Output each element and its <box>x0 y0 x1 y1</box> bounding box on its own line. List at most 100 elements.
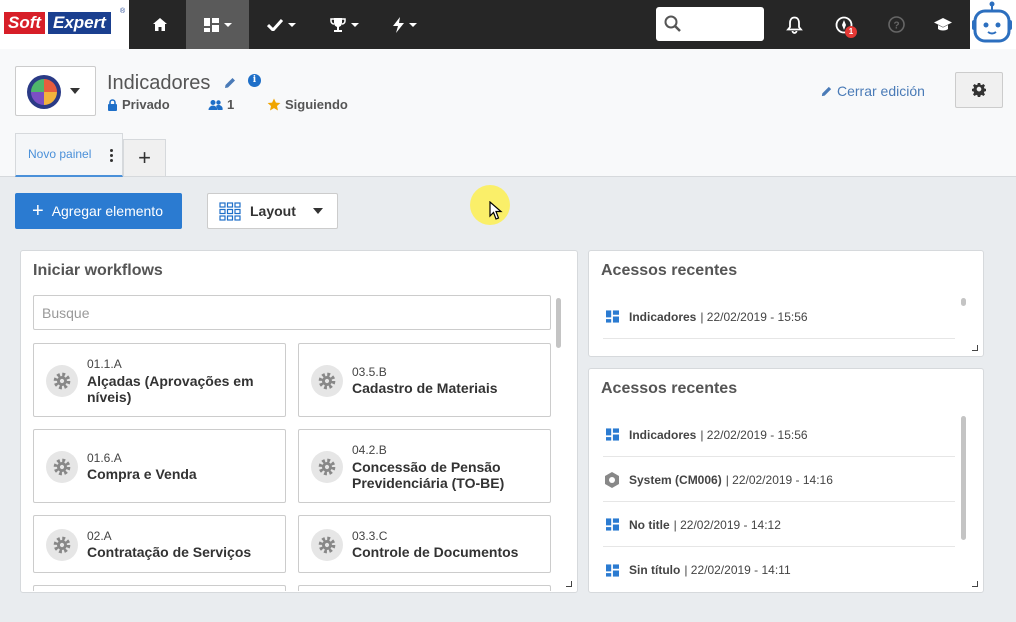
close-edit-link[interactable]: Cerrar edición <box>820 83 925 99</box>
workflow-card[interactable]: 01.1.A Alçadas (Aprovações em níveis) <box>33 343 286 417</box>
following-status[interactable]: Siguiendo <box>267 97 348 112</box>
recent-item[interactable]: System (CM006) | 22/02/2019 - 14:16 <box>603 458 955 502</box>
logo-expert-text: Expert <box>48 12 111 34</box>
workflow-search-field[interactable] <box>33 295 551 330</box>
workflow-card[interactable]: 03.3.C Controle de Documentos <box>298 515 551 573</box>
workflow-name: Alçadas (Aprovações em níveis) <box>87 373 254 405</box>
workflow-search-input[interactable] <box>34 296 550 329</box>
nav-trophy-button[interactable] <box>316 0 372 49</box>
users-icon <box>208 99 223 110</box>
chevron-down-icon <box>409 22 417 27</box>
logo-soft-text: Soft <box>4 12 46 34</box>
workflow-card[interactable] <box>298 585 551 591</box>
scrollbar[interactable] <box>556 298 561 348</box>
global-search[interactable] <box>656 7 764 41</box>
workflow-card[interactable]: 03.5.B Cadastro de Materiais <box>298 343 551 417</box>
gear-icon <box>311 365 343 397</box>
bell-icon <box>785 16 803 34</box>
scrollbar[interactable] <box>961 416 966 540</box>
more-vertical-icon[interactable] <box>110 149 113 164</box>
workflow-card[interactable]: 02.A Contratação de Serviços <box>33 515 286 573</box>
dashboard-icon <box>603 428 621 441</box>
check-icon <box>266 18 283 31</box>
tasks-alert-button[interactable] <box>830 0 858 49</box>
nav-tasks-button[interactable] <box>253 0 309 49</box>
tab-novo-painel[interactable]: Novo painel <box>15 133 123 177</box>
scrollbar[interactable] <box>961 298 966 306</box>
star-icon <box>267 98 281 111</box>
workflow-card[interactable] <box>33 585 286 591</box>
dashboard-icon <box>603 563 621 577</box>
gear-icon <box>972 83 986 97</box>
mouse-cursor-icon <box>489 201 503 220</box>
panel-title: Iniciar workflows <box>33 262 163 279</box>
top-navbar: Soft Expert ® 1 ? <box>0 0 1016 49</box>
resize-handle[interactable] <box>972 345 978 351</box>
workflow-code: 04.2.B <box>352 443 387 457</box>
chevron-down-icon <box>223 22 232 27</box>
system-icon <box>603 471 621 489</box>
chevron-down-icon <box>350 22 359 27</box>
search-icon <box>664 15 681 32</box>
add-tab-button[interactable]: + <box>123 139 166 177</box>
softexpert-logo[interactable]: Soft Expert ® <box>0 0 129 49</box>
nav-home-button[interactable] <box>134 0 186 49</box>
dashboard-icon <box>203 17 219 32</box>
workflow-name: Concessão de Pensão Previdenciária (TO-B… <box>352 459 505 491</box>
chevron-down-icon <box>312 208 323 214</box>
recent-item-date: | 22/02/2019 - 14:11 <box>684 563 791 577</box>
resize-handle[interactable] <box>566 581 572 587</box>
gear-icon <box>311 451 343 483</box>
logo-registered-mark: ® <box>120 8 126 15</box>
add-element-button[interactable]: + Agregar elemento <box>15 193 182 229</box>
trophy-icon <box>329 17 346 32</box>
nav-dashboard-button[interactable] <box>186 0 249 49</box>
recent-item-name: Indicadores <box>629 309 697 324</box>
page-title: Indicadores <box>107 72 211 94</box>
pencil-icon[interactable] <box>223 76 237 90</box>
dashboard-icon <box>603 310 621 323</box>
following-label: Siguiendo <box>285 97 348 112</box>
tab-label: Novo painel <box>28 147 92 161</box>
recent-item-name: No title <box>629 517 670 532</box>
workflow-name: Controle de Documentos <box>352 544 519 560</box>
notification-badge: 1 <box>845 26 857 38</box>
info-icon[interactable]: i <box>248 74 261 87</box>
dashboard-header: Indicadores i Privado 1 Siguiendo Cerrar… <box>0 49 1016 177</box>
layout-label: Layout <box>250 203 296 219</box>
svg-text:?: ? <box>893 21 899 32</box>
nav-actions-button[interactable] <box>380 0 430 49</box>
layout-dropdown[interactable]: Layout <box>207 193 338 229</box>
help-button[interactable]: ? <box>882 0 910 49</box>
workflow-name: Contratação de Serviços <box>87 544 252 560</box>
workflow-code: 03.5.B <box>352 365 387 379</box>
learning-button[interactable] <box>928 0 958 49</box>
add-element-label: Agregar elemento <box>51 203 163 219</box>
recent-item[interactable]: Sin título | 22/02/2019 - 14:11 <box>603 548 955 592</box>
recent-item-date: | 22/02/2019 - 15:56 <box>700 309 808 324</box>
workflow-card[interactable]: 04.2.B Concessão de Pensão Previdenciári… <box>298 429 551 503</box>
settings-button[interactable] <box>955 72 1003 108</box>
resize-handle[interactable] <box>972 581 978 587</box>
dashboard-icon-selector[interactable] <box>15 66 96 116</box>
notifications-button[interactable] <box>780 0 808 49</box>
recent-item-name: Sin título <box>629 563 681 577</box>
pie-chart-icon <box>27 75 61 109</box>
start-workflows-panel: Iniciar workflows 01.1.A Alçadas (Aprova… <box>20 250 578 593</box>
robot-icon <box>972 1 1012 43</box>
grid-icon <box>219 201 241 221</box>
workflow-card[interactable]: 01.6.A Compra e Venda <box>33 429 286 503</box>
privacy-status: Privado <box>107 97 170 112</box>
recent-item[interactable]: No title | 22/02/2019 - 14:12 <box>603 503 955 547</box>
privacy-label: Privado <box>122 97 170 112</box>
gear-icon <box>46 365 78 397</box>
workflow-name: Cadastro de Materiais <box>352 380 498 396</box>
recent-item-name: Indicadores <box>629 427 697 442</box>
members-count[interactable]: 1 <box>208 97 234 112</box>
global-search-input[interactable] <box>688 12 758 36</box>
recent-item-date: | 22/02/2019 - 14:16 <box>725 472 833 487</box>
assistant-robot-button[interactable] <box>970 0 1016 49</box>
recent-item[interactable]: Indicadores | 22/02/2019 - 15:56 <box>603 413 955 457</box>
recent-item[interactable]: Indicadores | 22/02/2019 - 15:56 <box>603 295 955 339</box>
workflow-code: 01.1.A <box>87 357 122 371</box>
